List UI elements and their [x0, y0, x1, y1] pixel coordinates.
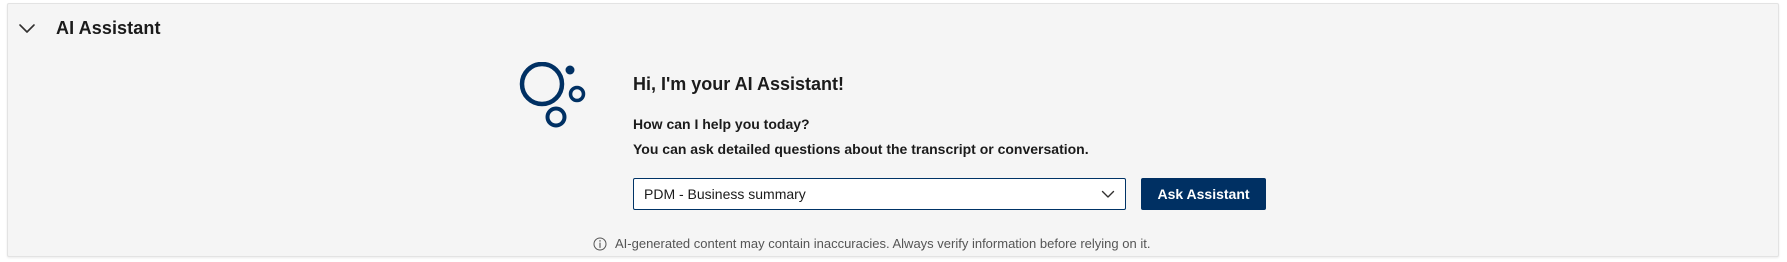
info-icon	[593, 237, 607, 251]
prompt-select-dropdown[interactable]: PDM - Business summary	[633, 178, 1126, 210]
disclaimer-text: AI-generated content may contain inaccur…	[615, 236, 1151, 251]
panel-title: AI Assistant	[56, 18, 161, 38]
ai-disclaimer: AI-generated content may contain inaccur…	[593, 236, 1150, 251]
ask-assistant-button[interactable]: Ask Assistant	[1141, 178, 1266, 210]
help-prompt-text: How can I help you today?	[633, 116, 810, 132]
detail-prompt-text: You can ask detailed questions about the…	[633, 141, 1089, 157]
bubbles-logo-icon	[512, 61, 608, 158]
chevron-down-icon	[18, 20, 36, 38]
chevron-down-icon	[1101, 187, 1115, 201]
assistant-greeting: Hi, I'm your AI Assistant!	[633, 74, 844, 94]
prompt-select-value: PDM - Business summary	[644, 186, 806, 202]
ai-assistant-panel: AI Assistant Hi, I'm your AI Assistant! …	[7, 3, 1779, 257]
panel-header-toggle[interactable]: AI Assistant	[18, 18, 161, 39]
